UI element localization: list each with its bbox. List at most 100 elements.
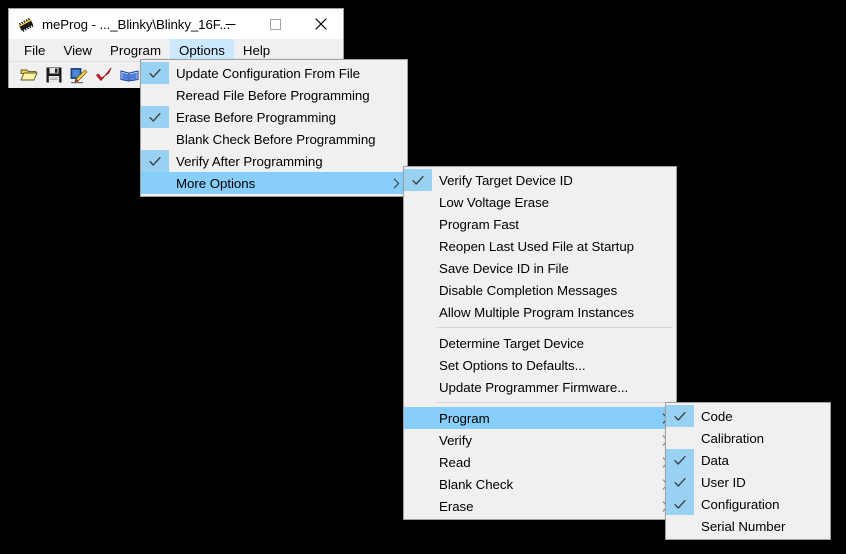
chip-icon — [17, 16, 35, 34]
menu-item-save-device-id-in-file[interactable]: Save Device ID in File — [404, 257, 676, 279]
menu-item-update-configuration-from-file[interactable]: Update Configuration From File — [141, 62, 407, 84]
menu-item-verify-after-programming[interactable]: Verify After Programming — [141, 150, 407, 172]
menubar-item-program[interactable]: Program — [101, 39, 170, 61]
menu-item-configuration[interactable]: Configuration — [666, 493, 830, 515]
check-slot — [404, 257, 432, 279]
menu-item-label: Read — [439, 454, 471, 470]
menu-item-reread-file-before-programming[interactable]: Reread File Before Programming — [141, 84, 407, 106]
check-icon — [141, 150, 169, 172]
submenu-spacer — [654, 376, 676, 398]
menu-item-erase-before-programming[interactable]: Erase Before Programming — [141, 106, 407, 128]
check-slot — [141, 128, 169, 150]
check-slot — [404, 429, 432, 451]
menubar-item-file[interactable]: File — [15, 39, 54, 61]
window-title: meProg - ..._Blinky\Blinky_16F... — [42, 16, 231, 32]
check-slot — [404, 354, 432, 376]
maximize-icon[interactable] — [253, 9, 298, 39]
menu-item-allow-multiple-program-instances[interactable]: Allow Multiple Program Instances — [404, 301, 676, 323]
submenu-spacer — [385, 128, 407, 150]
submenu-spacer — [654, 213, 676, 235]
check-slot — [404, 407, 432, 429]
check-slot — [404, 301, 432, 323]
open-file-icon[interactable] — [19, 65, 39, 85]
menu-item-label: Reopen Last Used File at Startup — [439, 238, 635, 254]
check-slot — [404, 235, 432, 257]
menu-item-program[interactable]: Program — [404, 407, 676, 429]
menu-item-label: Update Configuration From File — [176, 65, 361, 81]
save-file-icon[interactable] — [44, 65, 64, 85]
menu-item-read[interactable]: Read — [404, 451, 676, 473]
check-slot — [666, 515, 694, 537]
check-icon — [666, 405, 694, 427]
menu-item-label: Program — [439, 410, 490, 426]
submenu-spacer — [654, 279, 676, 301]
menubar-item-view[interactable]: View — [54, 39, 101, 61]
menu-item-low-voltage-erase[interactable]: Low Voltage Erase — [404, 191, 676, 213]
menu-item-verify-target-device-id[interactable]: Verify Target Device ID — [404, 169, 676, 191]
menu-item-blank-check-before-programming[interactable]: Blank Check Before Programming — [141, 128, 407, 150]
menu-item-reopen-last-used-file-at-startup[interactable]: Reopen Last Used File at Startup — [404, 235, 676, 257]
menu-item-serial-number[interactable]: Serial Number — [666, 515, 830, 537]
menu-item-label: Set Options to Defaults... — [439, 357, 586, 373]
menu-item-program-fast[interactable]: Program Fast — [404, 213, 676, 235]
menu-item-label: Calibration — [701, 430, 765, 446]
menu-item-set-options-to-defaults[interactable]: Set Options to Defaults... — [404, 354, 676, 376]
menu-item-more-options[interactable]: More Options — [141, 172, 407, 194]
minimize-icon[interactable] — [208, 9, 253, 39]
submenu-spacer — [385, 106, 407, 128]
submenu-spacer — [385, 84, 407, 106]
verify-device-icon[interactable] — [94, 65, 114, 85]
check-icon — [404, 169, 432, 191]
check-icon — [666, 449, 694, 471]
menu-item-label: Determine Target Device — [439, 335, 584, 351]
submenu-spacer — [654, 332, 676, 354]
check-icon — [666, 471, 694, 493]
options-dropdown-menu: Update Configuration From File Reread Fi… — [140, 59, 408, 197]
menu-item-label: Code — [701, 408, 733, 424]
menu-item-code[interactable]: Code — [666, 405, 830, 427]
menu-item-label: Program Fast — [439, 216, 519, 232]
check-slot — [404, 473, 432, 495]
menu-item-determine-target-device[interactable]: Determine Target Device — [404, 332, 676, 354]
menubar-item-options[interactable]: Options — [170, 39, 234, 61]
check-slot — [404, 495, 432, 517]
menu-item-label: Erase — [439, 498, 474, 514]
menu-item-data[interactable]: Data — [666, 449, 830, 471]
read-device-icon[interactable] — [119, 65, 139, 85]
program-submenu: Code Calibration Data User ID Configurat… — [665, 402, 831, 540]
menu-item-label: Allow Multiple Program Instances — [439, 304, 634, 320]
submenu-spacer — [385, 62, 407, 84]
menu-item-user-id[interactable]: User ID — [666, 471, 830, 493]
close-icon[interactable] — [298, 9, 343, 39]
menubar-item-help[interactable]: Help — [234, 39, 279, 61]
title-bar[interactable]: meProg - ..._Blinky\Blinky_16F... — [9, 9, 343, 39]
menu-item-disable-completion-messages[interactable]: Disable Completion Messages — [404, 279, 676, 301]
menu-item-verify[interactable]: Verify — [404, 429, 676, 451]
check-slot — [666, 427, 694, 449]
menu-item-label: More Options — [176, 175, 256, 191]
check-icon — [141, 106, 169, 128]
menu-item-label: Erase Before Programming — [176, 109, 336, 125]
submenu-spacer — [654, 191, 676, 213]
menu-item-label: Configuration — [701, 496, 780, 512]
menu-item-calibration[interactable]: Calibration — [666, 427, 830, 449]
submenu-spacer — [654, 235, 676, 257]
menu-item-label: Verify After Programming — [176, 153, 323, 169]
menu-bar: File View Program Options Help — [9, 39, 343, 61]
menu-item-label: Reread File Before Programming — [176, 87, 370, 103]
menu-item-update-programmer-firmware[interactable]: Update Programmer Firmware... — [404, 376, 676, 398]
menu-item-erase[interactable]: Erase — [404, 495, 676, 517]
check-icon — [141, 62, 169, 84]
menu-item-label: Data — [701, 452, 729, 468]
menu-item-label: Blank Check Before Programming — [176, 131, 376, 147]
program-device-icon[interactable] — [69, 65, 89, 85]
menu-item-label: Update Programmer Firmware... — [439, 379, 629, 395]
more-options-submenu: Verify Target Device ID Low Voltage Eras… — [403, 166, 677, 520]
menu-item-label: Save Device ID in File — [439, 260, 569, 276]
check-slot — [404, 376, 432, 398]
menu-item-blank-check[interactable]: Blank Check — [404, 473, 676, 495]
check-slot — [404, 332, 432, 354]
check-slot — [404, 191, 432, 213]
submenu-spacer — [654, 354, 676, 376]
menu-item-label: User ID — [701, 474, 746, 490]
